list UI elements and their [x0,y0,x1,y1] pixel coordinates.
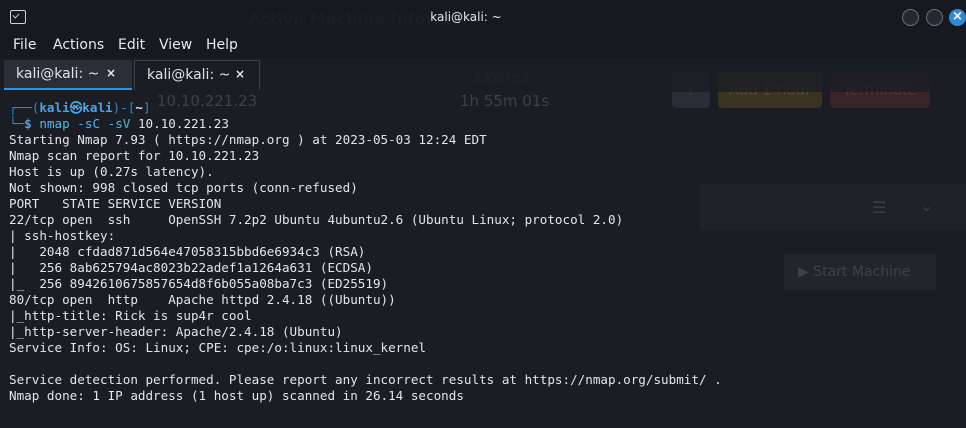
prompt-user: kali [39,100,70,115]
tab-bar: kali@kali: ~ × kali@kali: ~ × [0,58,966,92]
command-target: 10.10.221.23 [137,116,229,131]
window-titlebar[interactable]: kali@kali: ~ × [0,0,966,34]
tab-label: kali@kali: ~ [147,67,231,83]
output-line: | ssh-hostkey: [9,228,123,243]
prompt-frame-end: ] [142,100,151,115]
prompt-line-2: └─$ nmap -sC -sV 10.10.221.23 [9,116,959,132]
output-line: | 256 8ab625794ac8023b22adef1a1264a631 (… [9,260,373,275]
minimize-button[interactable] [902,9,919,26]
menu-actions[interactable]: Actions [53,37,104,53]
tab-close-icon[interactable]: × [106,66,116,80]
output-line: Not shown: 998 closed tcp ports (conn-re… [9,180,358,195]
menu-view[interactable]: View [159,37,192,53]
output-line: Starting Nmap 7.93 ( https://nmap.org ) … [9,132,487,147]
menu-bar: File Actions Edit View Help [0,34,966,58]
prompt-frame-mid: )-[ [112,100,136,115]
output-line: Host is up (0.27s latency). [9,164,214,179]
prompt-at: ㉿ [69,100,83,115]
output-line: 80/tcp open http Apache httpd 2.4.18 ((U… [9,292,396,307]
tab-label: kali@kali: ~ [16,66,100,82]
output-line: |_http-server-header: Apache/2.4.18 (Ubu… [9,324,343,339]
close-window-button[interactable]: × [949,9,966,26]
output-line: 22/tcp open ssh OpenSSH 7.2p2 Ubuntu 4ub… [9,212,624,227]
prompt-frame: ┌──( [9,100,40,115]
tab-close-icon[interactable]: × [235,67,245,81]
prompt-dollar: $ [24,116,32,131]
output-line: Service Info: OS: Linux; CPE: cpe:/o:lin… [9,340,427,355]
prompt-path: ~ [135,100,143,115]
command-name: nmap [39,116,70,131]
maximize-button[interactable] [926,9,943,26]
menu-help[interactable]: Help [206,37,238,53]
menu-edit[interactable]: Edit [118,37,145,53]
output-line: Nmap done: 1 IP address (1 host up) scan… [9,388,464,403]
output-line: |_ 256 8942610675857654d8f6b055a08ba7c3 … [9,276,389,291]
tab-terminal-1[interactable]: kali@kali: ~ × [4,60,132,90]
command-args: -sC -sV [77,116,131,131]
prompt-host: kali [82,100,113,115]
output-line: | 2048 cfdad871d564e47058315bbd6e6934c3 … [9,244,366,259]
tab-terminal-2[interactable]: kali@kali: ~ × [134,60,260,90]
output-line: |_http-title: Rick is sup4r cool [9,308,252,323]
output-line: PORT STATE SERVICE VERSION [9,196,222,211]
output-line: Service detection performed. Please repo… [9,372,722,387]
window-title: kali@kali: ~ [430,10,502,24]
prompt-line-1: ┌──(kali㉿kali)-[~] [9,100,959,116]
terminal-output[interactable]: ┌──(kali㉿kali)-[~] └─$ nmap -sC -sV 10.1… [9,94,959,404]
output-line: Nmap scan report for 10.10.221.23 [9,148,260,163]
prompt-frame-bottom: └─ [9,116,25,131]
menu-file[interactable]: File [13,37,36,53]
